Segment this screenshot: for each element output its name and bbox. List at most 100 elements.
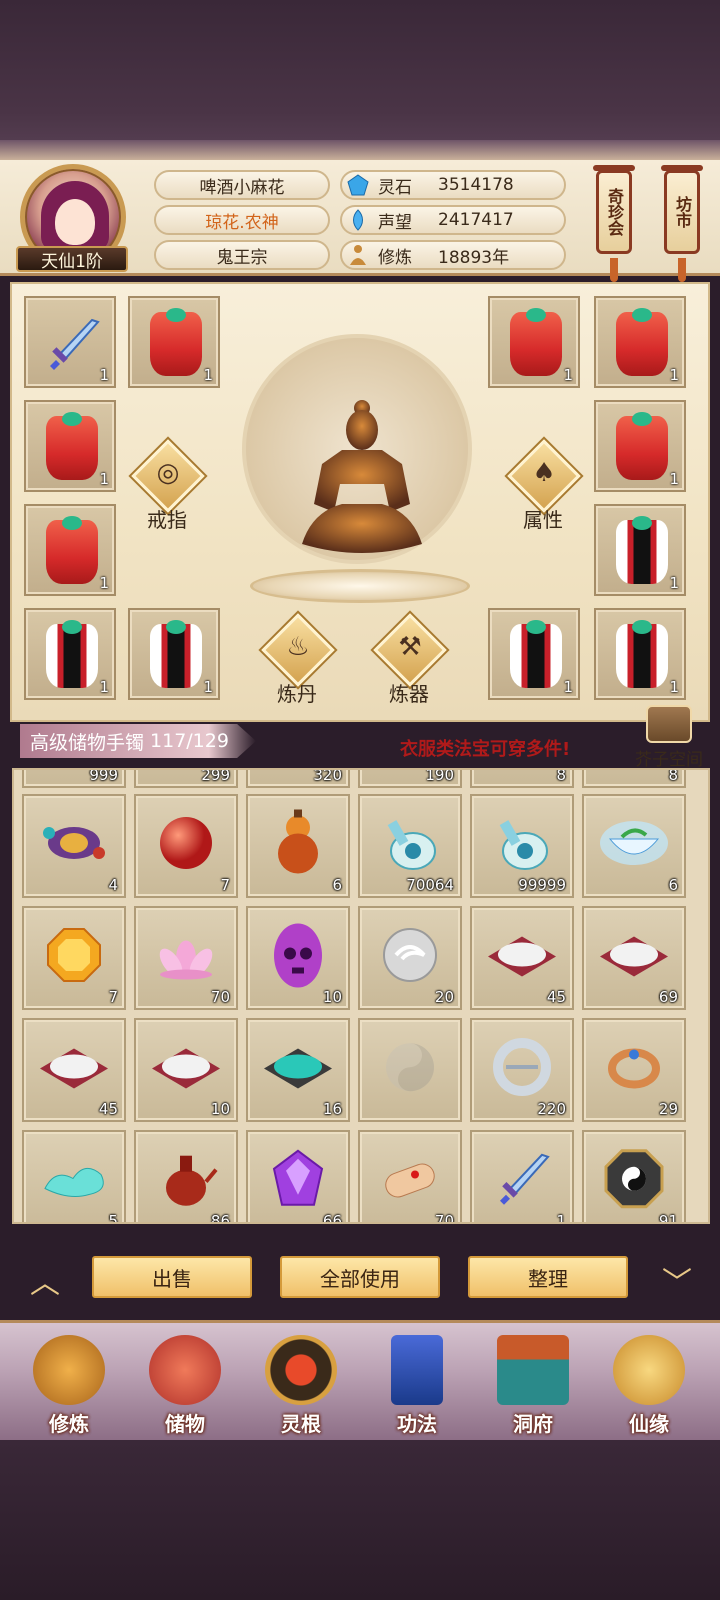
equip-slot-robe[interactable]: 1 — [128, 608, 220, 700]
bag-cell[interactable]: 190 — [358, 768, 462, 788]
white-robe-icon — [46, 620, 98, 688]
equip-slot-robe[interactable]: 1 — [594, 400, 686, 492]
sell-button[interactable]: 出售 — [92, 1256, 252, 1298]
item-count: 1 — [99, 678, 109, 696]
equip-slot-weapon[interactable]: 1 — [24, 296, 116, 388]
bag-cell[interactable]: 320 — [246, 770, 350, 788]
alchemy-button[interactable]: ♨ — [261, 613, 335, 687]
nav-label: 洞府 — [513, 1412, 553, 1436]
bottom-nav: 修炼 储物 灵根 功法 洞府 仙缘 — [0, 1320, 720, 1440]
bag-cell[interactable]: 91 — [582, 1130, 686, 1222]
item-count: 220 — [537, 1100, 566, 1118]
player-title[interactable]: 琼花.农神 — [154, 205, 330, 235]
scroll-icon — [385, 1163, 435, 1198]
item-count: 70 — [210, 988, 230, 1006]
bag-cell[interactable]: 220 — [470, 1018, 574, 1122]
cultivation-icon — [346, 243, 370, 267]
rank-badge: 天仙1阶 — [16, 246, 128, 272]
herb-tray-icon — [264, 1048, 332, 1089]
bag-cell[interactable]: 8 — [470, 770, 574, 788]
bag-cell[interactable]: 299 — [134, 770, 238, 788]
red-robe-icon — [46, 412, 98, 480]
item-count: 1 — [556, 1212, 566, 1224]
forging-button[interactable]: ⚒ — [373, 613, 447, 687]
item-count: 70 — [434, 1212, 454, 1224]
treasure-auction-button[interactable]: 奇珍会 — [593, 165, 635, 254]
bag-cell[interactable]: 70 — [358, 1130, 462, 1224]
bag-cell[interactable]: 70 — [134, 906, 238, 1010]
equip-slot-robe[interactable]: 1 — [594, 504, 686, 596]
sort-button[interactable]: 整理 — [468, 1256, 628, 1298]
equip-slot-robe[interactable]: 1 — [488, 296, 580, 388]
item-count: 86 — [210, 1212, 230, 1224]
bag-cell[interactable]: 7 — [22, 906, 126, 1010]
item-count: 1 — [99, 574, 109, 592]
item-count: 45 — [98, 1100, 118, 1118]
bag-cell-empty[interactable] — [358, 1018, 462, 1122]
attributes-button[interactable]: ♠ — [507, 439, 581, 513]
bag-cell[interactable]: 29 — [582, 1018, 686, 1122]
equip-slot-robe[interactable]: 1 — [24, 608, 116, 700]
item-count: 70064 — [406, 876, 454, 894]
bag-cell[interactable]: 7 — [134, 794, 238, 898]
mustard-space-button[interactable]: 芥子空间 — [624, 705, 714, 770]
hat-icon: ♠ — [532, 458, 556, 488]
item-count: 190 — [425, 768, 454, 784]
bag-cell[interactable]: 8 — [582, 768, 686, 788]
white-robe-icon — [510, 620, 562, 688]
equip-slot-robe[interactable]: 1 — [128, 296, 220, 388]
item-count: 45 — [546, 988, 566, 1006]
bag-cell[interactable]: 4 — [22, 794, 126, 898]
use-all-button[interactable]: 全部使用 — [280, 1256, 440, 1298]
bag-grid[interactable]: 999 299 320 190 8 8 4 7 6 70064 99999 6 … — [12, 768, 710, 1224]
bag-cell[interactable]: 99999 — [470, 794, 574, 898]
sword-icon — [50, 318, 100, 370]
bag-cell[interactable]: 66 — [246, 1130, 350, 1222]
item-count: 16 — [322, 1100, 342, 1118]
nav-cultivate[interactable]: 修炼 — [14, 1335, 124, 1443]
chest-icon — [646, 705, 692, 743]
bag-tip: 衣服类法宝可穿多件! — [400, 739, 571, 760]
scroll-down-arrow[interactable]: ﹀ — [650, 1258, 704, 1301]
market-button[interactable]: 坊市 — [661, 165, 703, 254]
bag-cell[interactable]: 5 — [22, 1130, 126, 1222]
bag-cell[interactable]: 6 — [246, 794, 350, 898]
bag-cell[interactable]: 10 — [246, 906, 350, 1010]
bag-cell[interactable]: 999 — [22, 770, 126, 788]
equip-slot-robe[interactable]: 1 — [488, 608, 580, 700]
nav-cave[interactable]: 洞府 — [478, 1335, 588, 1443]
nav-label: 储物 — [165, 1412, 205, 1436]
bag-cell[interactable]: 45 — [470, 906, 574, 1010]
equip-slot-robe[interactable]: 1 — [594, 296, 686, 388]
equip-slot-robe[interactable]: 1 — [24, 504, 116, 596]
item-count: 1 — [669, 574, 679, 592]
bronze-ring-icon — [608, 1048, 660, 1089]
equip-slot-robe[interactable]: 1 — [594, 608, 686, 700]
nav-fate[interactable]: 仙缘 — [594, 1335, 704, 1443]
bag-cell[interactable]: 16 — [246, 1018, 350, 1122]
player-sect: 鬼王宗 — [154, 240, 330, 270]
bag-cell[interactable]: 1 — [470, 1130, 574, 1224]
bag-cell[interactable]: 69 — [582, 906, 686, 1010]
equip-slot-robe[interactable]: 1 — [24, 400, 116, 492]
bag-cell[interactable]: 86 — [134, 1130, 238, 1224]
rice-tray-icon — [488, 936, 556, 977]
bag-cell[interactable]: 45 — [22, 1018, 126, 1122]
amber-gem-icon — [47, 928, 101, 982]
reputation-icon — [346, 208, 370, 232]
bag-cell[interactable]: 6 — [582, 794, 686, 898]
nav-storage[interactable]: 储物 — [130, 1335, 240, 1443]
item-count: 4 — [108, 876, 118, 894]
bag-cell[interactable]: 70064 — [358, 794, 462, 898]
item-count: 7 — [108, 988, 118, 1006]
item-count: 8 — [668, 768, 678, 784]
scroll-up-arrow[interactable]: ︿ — [18, 1258, 72, 1301]
stat-cultivation: 修炼 18893年 — [340, 240, 566, 270]
ring-button[interactable]: ◎ — [131, 439, 205, 513]
bag-cell[interactable]: 20 — [358, 906, 462, 1010]
nav-technique[interactable]: 功法 — [362, 1335, 472, 1443]
bag-cell[interactable]: 10 — [134, 1018, 238, 1122]
red-robe-icon — [616, 412, 668, 480]
nav-spirit-root[interactable]: 灵根 — [246, 1335, 356, 1443]
top-ornament — [0, 140, 720, 160]
